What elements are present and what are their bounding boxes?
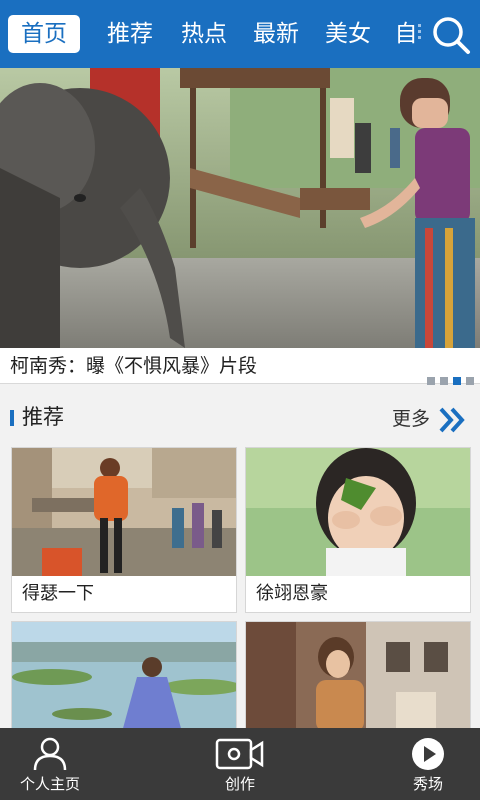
bottom-nav-label: 创作: [224, 775, 255, 793]
recommend-header: 推荐 更多: [0, 385, 480, 443]
bottom-nav-create[interactable]: 创作: [160, 728, 320, 800]
bottom-nav-bar: 个人主页 创作 秀场: [0, 728, 480, 800]
search-button[interactable]: [430, 14, 472, 56]
card-title: 徐翊恩豪: [256, 583, 328, 604]
bottom-nav-showcase[interactable]: 秀场: [348, 728, 480, 800]
play-circle-icon: [412, 738, 444, 770]
double-chevron-right-icon: [439, 407, 465, 433]
card-thumbnail: [12, 622, 236, 730]
banner-caption-bar: 柯南秀：曝《不惧风暴》片段: [0, 348, 480, 385]
carousel-dot-active[interactable]: [453, 377, 461, 385]
banner-carousel[interactable]: [0, 68, 480, 348]
tab-overflow-indicator: [418, 24, 422, 46]
recommend-card[interactable]: [245, 621, 471, 731]
carousel-dot[interactable]: [440, 377, 448, 385]
tab-recommend[interactable]: 推荐: [102, 14, 158, 54]
bottom-nav-profile[interactable]: 个人主页: [0, 728, 130, 800]
banner-image: [0, 68, 480, 348]
tab-latest[interactable]: 最新: [248, 14, 304, 54]
video-camera-icon: [215, 738, 264, 770]
more-label: 更多: [392, 408, 431, 430]
tab-home[interactable]: 首页: [8, 15, 80, 53]
banner-caption[interactable]: 柯南秀：曝《不惧风暴》片段: [10, 352, 257, 380]
bottom-nav-label: 个人主页: [19, 775, 80, 793]
recommend-section: 推荐 更多 得瑟一下 徐翊恩豪: [0, 385, 480, 731]
carousel-dots: [422, 370, 474, 385]
recommend-card[interactable]: 徐翊恩豪: [245, 447, 471, 613]
tab-hot[interactable]: 热点: [176, 14, 232, 54]
top-nav-bar: 首页 推荐 热点 最新 美女 自: [0, 0, 480, 68]
search-icon: [433, 17, 470, 54]
card-thumbnail: [12, 448, 236, 576]
bottom-nav-label: 秀场: [412, 775, 443, 793]
card-thumbnail: [246, 448, 470, 576]
section-title: 推荐: [22, 405, 64, 429]
user-icon: [33, 737, 67, 771]
card-thumbnail: [246, 622, 470, 730]
tab-beauty[interactable]: 美女: [320, 14, 376, 54]
carousel-dot[interactable]: [466, 377, 474, 385]
recommend-card[interactable]: [11, 621, 237, 731]
tab-partial[interactable]: 自: [392, 14, 420, 54]
section-accent-bar: [10, 410, 14, 426]
carousel-dot[interactable]: [427, 377, 435, 385]
recommend-card[interactable]: 得瑟一下: [11, 447, 237, 613]
card-title: 得瑟一下: [22, 583, 94, 604]
